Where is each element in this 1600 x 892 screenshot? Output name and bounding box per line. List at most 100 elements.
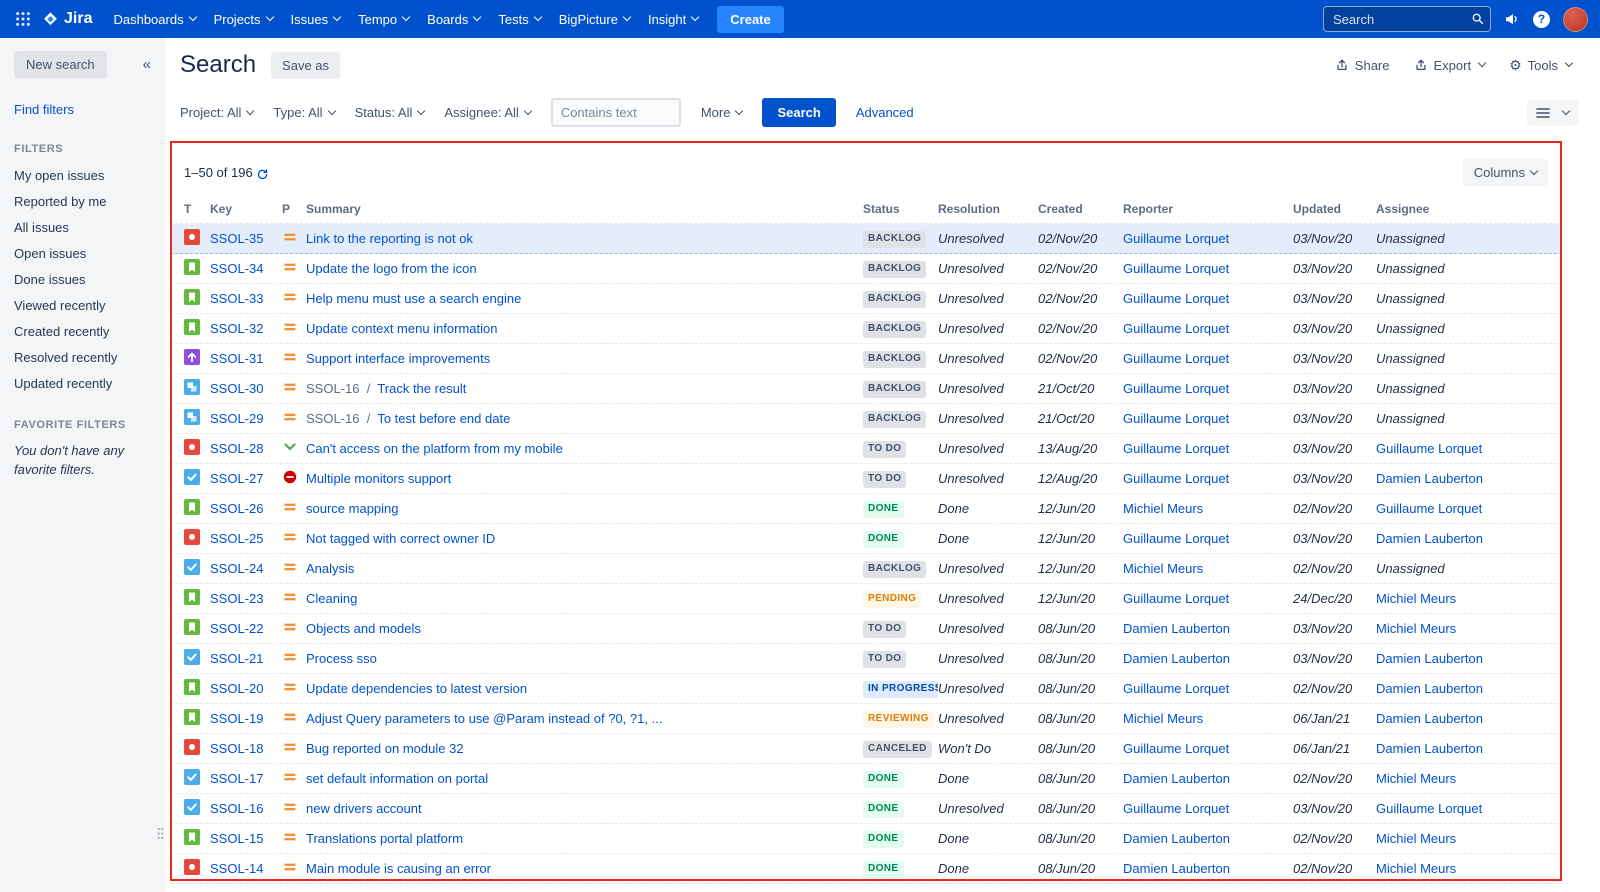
sidebar-item-updated-recently[interactable]: Updated recently [14, 376, 155, 391]
column-header-status[interactable]: Status [863, 202, 938, 216]
table-row[interactable]: SSOL-20 Update dependencies to latest ve… [170, 674, 1562, 704]
nav-menu-tempo[interactable]: Tempo [349, 0, 418, 38]
assignee-link[interactable]: Damien Lauberton [1376, 651, 1483, 666]
reporter-link[interactable]: Guillaume Lorquet [1123, 381, 1229, 396]
sidebar-item-open-issues[interactable]: Open issues [14, 246, 155, 261]
filter-type-dropdown[interactable]: Type: All [273, 105, 336, 120]
issue-summary-link[interactable]: Update dependencies to latest version [306, 681, 527, 696]
table-row[interactable]: SSOL-30 SSOL-16 / Track the result BACKL… [170, 374, 1562, 404]
reporter-link[interactable]: Guillaume Lorquet [1123, 591, 1229, 606]
issue-summary-link[interactable]: Adjust Query parameters to use @Param in… [306, 711, 662, 726]
issue-key-link[interactable]: SSOL-23 [210, 591, 263, 606]
issue-key-link[interactable]: SSOL-18 [210, 741, 263, 756]
assignee-link[interactable]: Michiel Meurs [1376, 771, 1456, 786]
share-button[interactable]: Share [1329, 53, 1396, 78]
table-row[interactable]: SSOL-33 Help menu must use a search engi… [170, 284, 1562, 314]
assignee-link[interactable]: Damien Lauberton [1376, 711, 1483, 726]
sidebar-item-my-open-issues[interactable]: My open issues [14, 168, 155, 183]
table-row[interactable]: SSOL-23 Cleaning PENDING Unresolved 12/J… [170, 584, 1562, 614]
issue-key-link[interactable]: SSOL-25 [210, 531, 263, 546]
issue-key-link[interactable]: SSOL-22 [210, 621, 263, 636]
issue-summary-link[interactable]: set default information on portal [306, 771, 488, 786]
table-row[interactable]: SSOL-18 Bug reported on module 32 CANCEL… [170, 734, 1562, 764]
reporter-link[interactable]: Damien Lauberton [1123, 771, 1230, 786]
reporter-link[interactable]: Michiel Meurs [1123, 561, 1203, 576]
issue-key-link[interactable]: SSOL-32 [210, 321, 263, 336]
jira-logo[interactable]: Jira [38, 10, 104, 28]
issue-summary-link[interactable]: Update the logo from the icon [306, 261, 477, 276]
reporter-link[interactable]: Damien Lauberton [1123, 831, 1230, 846]
table-row[interactable]: SSOL-31 Support interface improvements B… [170, 344, 1562, 374]
assignee-link[interactable]: Damien Lauberton [1376, 471, 1483, 486]
issue-summary-link[interactable]: Multiple monitors support [306, 471, 451, 486]
table-row[interactable]: SSOL-14 Main module is causing an error … [170, 854, 1562, 884]
issue-key-link[interactable]: SSOL-17 [210, 771, 263, 786]
row-drag-handle[interactable] [157, 827, 164, 840]
sidebar-item-created-recently[interactable]: Created recently [14, 324, 155, 339]
filter-more-dropdown[interactable]: More [701, 105, 744, 120]
column-header-resolution[interactable]: Resolution [938, 202, 1038, 216]
assignee-link[interactable]: Michiel Meurs [1376, 831, 1456, 846]
sidebar-item-reported-by-me[interactable]: Reported by me [14, 194, 155, 209]
assignee-link[interactable]: Damien Lauberton [1376, 741, 1483, 756]
create-button[interactable]: Create [717, 5, 784, 33]
reporter-link[interactable]: Damien Lauberton [1123, 621, 1230, 636]
reporter-link[interactable]: Guillaume Lorquet [1123, 321, 1229, 336]
reporter-link[interactable]: Michiel Meurs [1123, 501, 1203, 516]
sidebar-item-done-issues[interactable]: Done issues [14, 272, 155, 287]
reporter-link[interactable]: Guillaume Lorquet [1123, 471, 1229, 486]
save-as-button[interactable]: Save as [271, 51, 341, 79]
reporter-link[interactable]: Guillaume Lorquet [1123, 681, 1229, 696]
reporter-link[interactable]: Guillaume Lorquet [1123, 801, 1229, 816]
issue-key-link[interactable]: SSOL-21 [210, 651, 263, 666]
reporter-link[interactable]: Guillaume Lorquet [1123, 741, 1229, 756]
help-icon[interactable]: ? [1533, 10, 1550, 28]
issue-summary-link[interactable]: Help menu must use a search engine [306, 291, 521, 306]
reporter-link[interactable]: Michiel Meurs [1123, 711, 1203, 726]
reporter-link[interactable]: Guillaume Lorquet [1123, 291, 1229, 306]
issue-key-link[interactable]: SSOL-19 [210, 711, 263, 726]
assignee-link[interactable]: Michiel Meurs [1376, 861, 1456, 876]
reporter-link[interactable]: Guillaume Lorquet [1123, 411, 1229, 426]
assignee-link[interactable]: Guillaume Lorquet [1376, 801, 1482, 816]
assignee-link[interactable]: Michiel Meurs [1376, 621, 1456, 636]
reporter-link[interactable]: Damien Lauberton [1123, 861, 1230, 876]
parent-issue-link[interactable]: SSOL-16 [306, 411, 359, 426]
filter-status-dropdown[interactable]: Status: All [355, 105, 426, 120]
column-header-type[interactable]: T [184, 202, 210, 216]
issue-key-link[interactable]: SSOL-27 [210, 471, 263, 486]
reporter-link[interactable]: Guillaume Lorquet [1123, 351, 1229, 366]
assignee-link[interactable]: Guillaume Lorquet [1376, 441, 1482, 456]
filter-project-dropdown[interactable]: Project: All [180, 105, 255, 120]
table-row[interactable]: SSOL-22 Objects and models TO DO Unresol… [170, 614, 1562, 644]
table-row[interactable]: SSOL-19 Adjust Query parameters to use @… [170, 704, 1562, 734]
issue-summary-link[interactable]: Translations portal platform [306, 831, 463, 846]
issue-key-link[interactable]: SSOL-29 [210, 411, 263, 426]
view-switcher-button[interactable] [1527, 99, 1578, 126]
table-row[interactable]: SSOL-24 Analysis BACKLOG Unresolved 12/J… [170, 554, 1562, 584]
column-header-assignee[interactable]: Assignee [1376, 202, 1562, 216]
issue-key-link[interactable]: SSOL-31 [210, 351, 263, 366]
issue-key-link[interactable]: SSOL-28 [210, 441, 263, 456]
sidebar-item-resolved-recently[interactable]: Resolved recently [14, 350, 155, 365]
filter-assignee-dropdown[interactable]: Assignee: All [444, 105, 533, 120]
app-switcher-button[interactable] [8, 4, 38, 34]
export-button[interactable]: Export [1408, 53, 1492, 78]
issue-key-link[interactable]: SSOL-34 [210, 261, 263, 276]
issue-summary-link[interactable]: Support interface improvements [306, 351, 490, 366]
advanced-search-link[interactable]: Advanced [856, 105, 914, 120]
reporter-link[interactable]: Guillaume Lorquet [1123, 261, 1229, 276]
search-submit-button[interactable]: Search [762, 98, 836, 127]
contains-text-input[interactable] [550, 98, 681, 127]
nav-menu-boards[interactable]: Boards [418, 0, 489, 38]
global-search-input[interactable] [1323, 6, 1491, 32]
issue-summary-link[interactable]: new drivers account [306, 801, 422, 816]
issue-key-link[interactable]: SSOL-30 [210, 381, 263, 396]
assignee-link[interactable]: Guillaume Lorquet [1376, 501, 1482, 516]
issue-summary-link[interactable]: Not tagged with correct owner ID [306, 531, 495, 546]
assignee-link[interactable]: Damien Lauberton [1376, 531, 1483, 546]
nav-menu-issues[interactable]: Issues [282, 0, 350, 38]
collapse-sidebar-icon[interactable]: « [139, 54, 155, 75]
issue-key-link[interactable]: SSOL-20 [210, 681, 263, 696]
column-header-priority[interactable]: P [282, 202, 306, 216]
